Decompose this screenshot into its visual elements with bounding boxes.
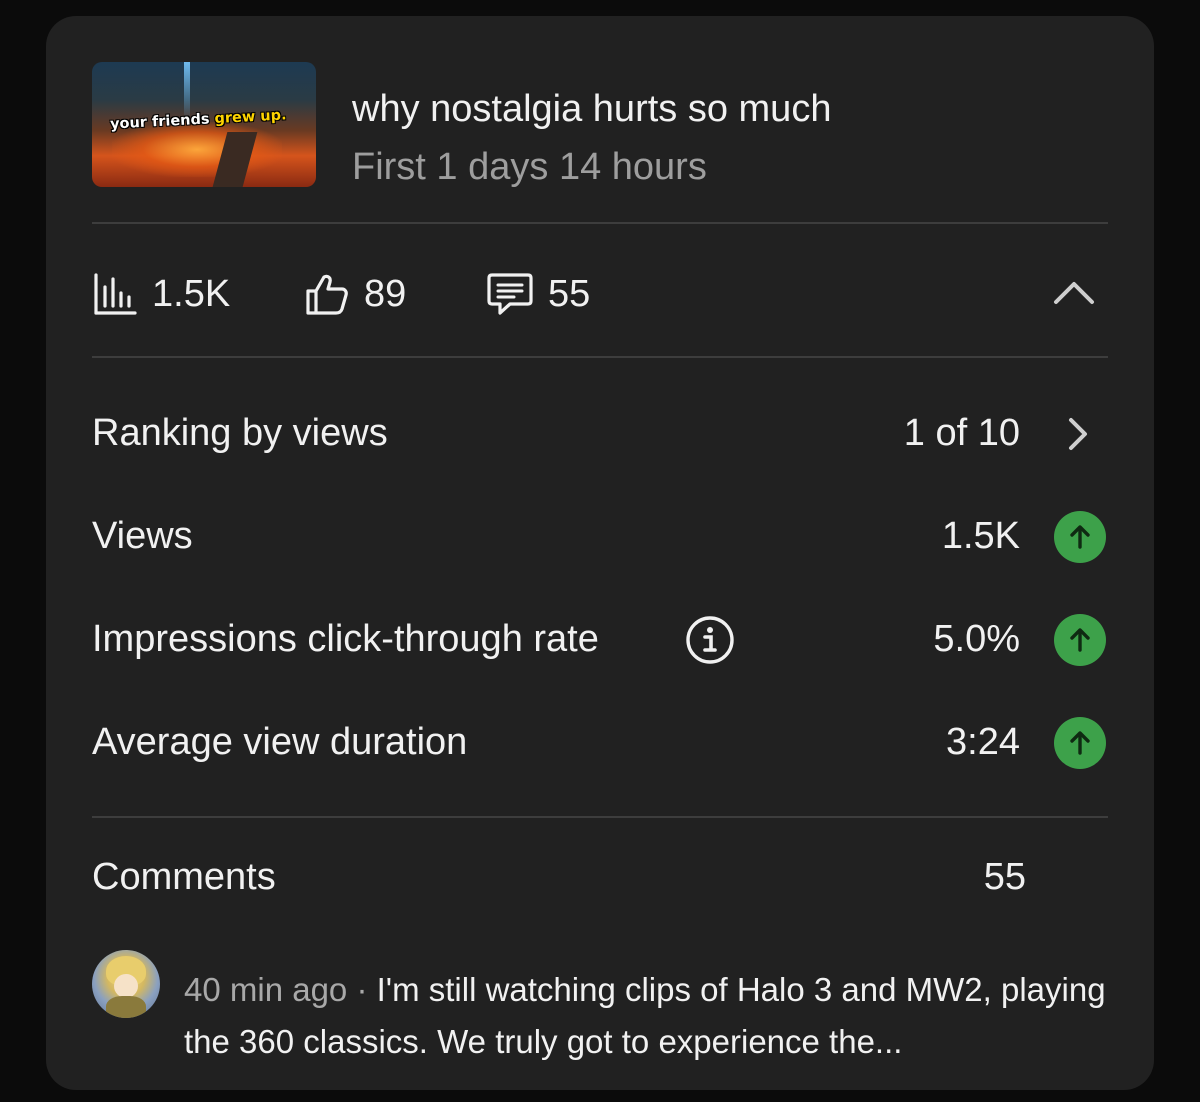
comment-icon: [486, 271, 534, 317]
comments-count-stat: 55: [548, 272, 591, 315]
comments-header[interactable]: Comments 55: [92, 850, 1108, 910]
ranking-row[interactable]: Ranking by views 1 of 10: [92, 404, 1108, 464]
latest-comment[interactable]: 40 min ago · I'm still watching clips of…: [92, 950, 1108, 1070]
comment-text: 40 min ago · I'm still watching clips of…: [184, 964, 1124, 1068]
ctr-label: Impressions click-through rate: [92, 618, 599, 660]
chevron-right-icon[interactable]: [1058, 412, 1098, 456]
video-analytics-card: your friends grew up. why nostalgia hurt…: [46, 16, 1154, 1090]
comments-count: 55: [983, 856, 1026, 898]
comments-stat: 55: [486, 264, 590, 324]
views-label: Views: [92, 515, 193, 557]
thumbs-up-icon: [304, 271, 350, 317]
stats-row: 1.5K 89 55: [92, 264, 1108, 324]
likes-count: 89: [364, 272, 407, 315]
ctr-value: 5.0%: [933, 618, 1020, 660]
views-count: 1.5K: [152, 272, 231, 315]
views-stat: 1.5K: [92, 264, 230, 324]
comment-time: 40 min ago: [184, 971, 348, 1008]
divider: [92, 222, 1108, 224]
divider: [92, 816, 1108, 818]
video-header[interactable]: your friends grew up. why nostalgia hurt…: [92, 62, 1108, 188]
ranking-value: 1 of 10: [903, 412, 1020, 454]
trend-up-icon: [1054, 614, 1106, 666]
trend-up-icon: [1054, 717, 1106, 769]
views-row: Views 1.5K: [92, 507, 1108, 567]
avatar: [92, 950, 160, 1018]
video-thumbnail[interactable]: your friends grew up.: [92, 62, 316, 187]
comment-separator: ·: [347, 971, 377, 1008]
avg-duration-row: Average view duration 3:24: [92, 713, 1108, 773]
chevron-up-icon: [1052, 278, 1096, 311]
avg-duration-value: 3:24: [946, 721, 1020, 763]
trend-up-icon: [1054, 511, 1106, 563]
collapse-button[interactable]: [1050, 270, 1098, 318]
likes-stat: 89: [304, 264, 406, 324]
ctr-row: Impressions click-through rate 5.0%: [92, 610, 1108, 670]
views-value: 1.5K: [941, 515, 1020, 557]
divider: [92, 356, 1108, 358]
avg-duration-label: Average view duration: [92, 721, 468, 763]
bar-chart-icon: [92, 271, 138, 317]
video-age: First 1 days 14 hours: [352, 146, 707, 188]
comments-label: Comments: [92, 856, 276, 898]
video-title: why nostalgia hurts so much: [352, 88, 832, 130]
ranking-label: Ranking by views: [92, 412, 388, 454]
info-icon[interactable]: [684, 614, 736, 666]
